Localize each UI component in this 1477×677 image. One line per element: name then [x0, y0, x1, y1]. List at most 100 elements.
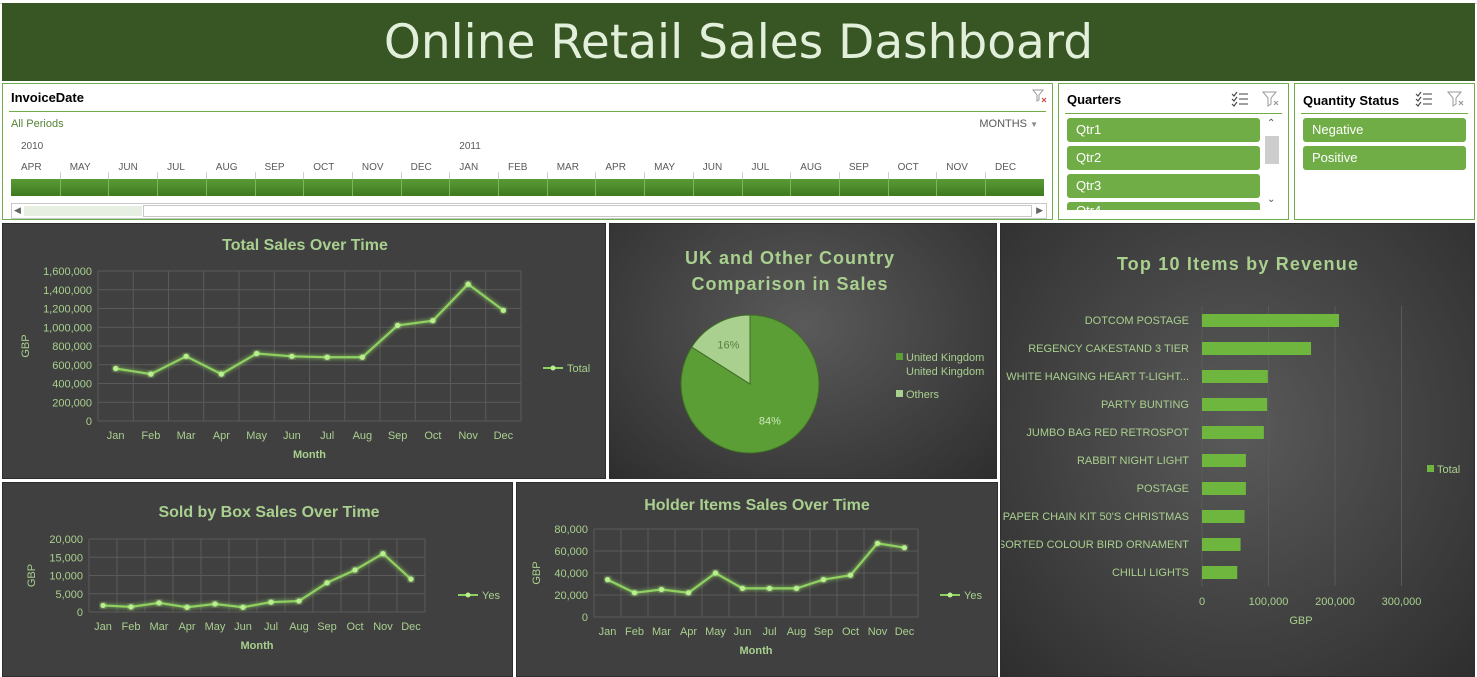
y-axis-label: GBP: [26, 564, 38, 587]
timeline-month-label[interactable]: DEC: [411, 162, 432, 173]
timeline-month-tick: [546, 179, 548, 196]
timeline-month-label[interactable]: OCT: [898, 162, 919, 173]
data-point: [685, 590, 692, 596]
timeline-month-label[interactable]: APR: [605, 162, 626, 173]
holder-items-chart[interactable]: Holder Items Sales Over Time 0 20,000 40,00…: [516, 482, 998, 677]
multi-select-icon[interactable]: [1415, 91, 1433, 107]
timeline-periods-label: All Periods: [11, 118, 64, 130]
bar: [1202, 426, 1264, 439]
scroll-left-icon[interactable]: ◀: [14, 205, 21, 216]
slicer-item-positive[interactable]: Positive: [1303, 146, 1466, 170]
scroll-up-icon[interactable]: ⌃: [1267, 118, 1275, 129]
total-sales-chart-svg: Total Sales Over Time 0 200,000 400,000 600,…: [20, 237, 590, 461]
sold-by-box-chart-svg: Sold by Box Sales Over Time 0 5,000 10,000 1…: [26, 504, 500, 652]
slicer-item-negative[interactable]: Negative: [1303, 118, 1466, 142]
timeline-month-label[interactable]: SEP: [265, 162, 285, 173]
timeline-month-tickhead: [790, 172, 792, 179]
total-sales-chart[interactable]: Total Sales Over Time 0 200,000 400,000 600,…: [2, 223, 606, 479]
x-tick-label: Mar: [150, 621, 169, 633]
clear-filter-icon[interactable]: [1262, 91, 1280, 107]
slicer-item-qtr4-clip: Qtr4: [1067, 202, 1260, 210]
x-tick-label: Sep: [388, 430, 408, 442]
timeline-month-label[interactable]: OCT: [313, 162, 334, 173]
invoice-date-timeline[interactable]: InvoiceDate All Periods MONTHS ▼ 2010 201…: [2, 83, 1053, 220]
top-items-chart[interactable]: Top 10 Items by Revenue 0 100,000 200,000 30…: [1000, 223, 1475, 677]
slicer-item-qtr4[interactable]: Qtr4: [1067, 202, 1260, 210]
timeline-scrollbar[interactable]: ◀ ▶: [11, 203, 1047, 219]
clear-filter-icon[interactable]: [1447, 91, 1465, 107]
chart-title: UK and Other Country: [685, 248, 895, 268]
timeline-selection-bar[interactable]: [11, 179, 1044, 196]
uk-comparison-chart[interactable]: UK and Other Country Comparison in Sales 8…: [609, 223, 997, 479]
slicer-item-qtr1[interactable]: Qtr1: [1067, 118, 1260, 142]
timeline-month-tick: [254, 179, 256, 196]
timeline-month-label[interactable]: JUN: [118, 162, 137, 173]
timeline-month-label[interactable]: NOV: [946, 162, 968, 173]
x-tick-label: Nov: [458, 430, 478, 442]
y-tick-label: 0: [582, 612, 588, 624]
data-point: [183, 353, 189, 359]
data-point: [324, 354, 330, 360]
scroll-right-icon[interactable]: ▶: [1036, 205, 1043, 216]
timeline-month-tick: [595, 179, 597, 196]
sold-by-box-chart[interactable]: Sold by Box Sales Over Time 0 5,000 10,000 1…: [2, 482, 513, 677]
x-tick-label: Jun: [283, 430, 301, 442]
x-tick-label: Apr: [213, 430, 230, 442]
clear-filter-icon[interactable]: [1031, 88, 1049, 104]
timeline-month-label[interactable]: FEB: [508, 162, 527, 173]
slicer-item-qtr3[interactable]: Qtr3: [1067, 174, 1260, 198]
quarters-scroll-thumb[interactable]: [1265, 136, 1279, 164]
multi-select-icon[interactable]: [1231, 91, 1249, 107]
timeline-month-label[interactable]: AUG: [216, 162, 238, 173]
timeline-month-tick: [449, 179, 451, 196]
timeline-month-label[interactable]: MAR: [557, 162, 579, 173]
chart-title: Comparison in Sales: [691, 274, 888, 294]
timeline-month-label[interactable]: JAN: [459, 162, 478, 173]
quarters-slicer[interactable]: Quarters Qtr1 Qtr2 Qtr3 Qtr4 ⌃ ⌄: [1058, 83, 1289, 220]
timeline-month-label[interactable]: NOV: [362, 162, 384, 173]
data-point: [212, 601, 218, 607]
y-tick-label: RABBIT NIGHT LIGHT: [1077, 455, 1189, 467]
timeline-title-rule: [9, 111, 1046, 112]
y-tick-label: 400,000: [52, 379, 92, 391]
x-tick-label: Jun: [234, 621, 252, 633]
timeline-month-tickhead: [59, 172, 61, 179]
quantity-status-slicer[interactable]: Quantity Status Negative Positive: [1294, 83, 1475, 220]
chart-title: Total Sales Over Time: [222, 237, 388, 254]
timeline-month-tickhead: [157, 172, 159, 179]
timeline-month-label[interactable]: MAY: [70, 162, 91, 173]
scroll-down-icon[interactable]: ⌄: [1267, 194, 1275, 205]
slicer-item-qtr2[interactable]: Qtr2: [1067, 146, 1260, 170]
timeline-month-tick: [400, 179, 402, 196]
y-axis-label: GBP: [531, 561, 543, 584]
timeline-month-label[interactable]: APR: [21, 162, 42, 173]
timeline-month-label[interactable]: JUN: [703, 162, 722, 173]
data-point: [240, 604, 246, 610]
timeline-month-label[interactable]: DEC: [995, 162, 1016, 173]
timeline-month-label[interactable]: JUL: [752, 162, 770, 173]
timeline-month-label[interactable]: JUL: [167, 162, 185, 173]
timeline-month-tickhead: [303, 172, 305, 179]
timeline-scroll-thumb[interactable]: [24, 206, 142, 216]
legend-label: Total: [1437, 464, 1460, 476]
timeline-month-label[interactable]: SEP: [849, 162, 869, 173]
legend-marker: [550, 365, 556, 371]
x-tick-label: Feb: [122, 621, 141, 633]
x-tick-label: Feb: [141, 430, 160, 442]
y-tick-label: 60,000: [554, 546, 588, 558]
timeline-month-label[interactable]: AUG: [800, 162, 822, 173]
timeline-level-dropdown[interactable]: MONTHS ▼: [979, 118, 1038, 130]
y-tick-label: PAPER CHAIN KIT 50'S CHRISTMAS: [1003, 511, 1189, 523]
bar: [1202, 454, 1246, 467]
x-axis-label: Month: [293, 449, 326, 461]
data-point: [739, 585, 746, 591]
x-tick-label: Dec: [895, 626, 915, 638]
timeline-month-tick: [108, 179, 110, 196]
timeline-month-tickhead: [546, 172, 548, 179]
quarters-scrollbar[interactable]: ⌃ ⌄: [1265, 118, 1279, 210]
timeline-month-tickhead: [400, 172, 402, 179]
timeline-month-label[interactable]: MAY: [654, 162, 675, 173]
y-tick-label: REGENCY CAKESTAND 3 TIER: [1028, 343, 1189, 355]
timeline-scroll-track[interactable]: [143, 205, 1032, 217]
data-point: [847, 572, 854, 578]
